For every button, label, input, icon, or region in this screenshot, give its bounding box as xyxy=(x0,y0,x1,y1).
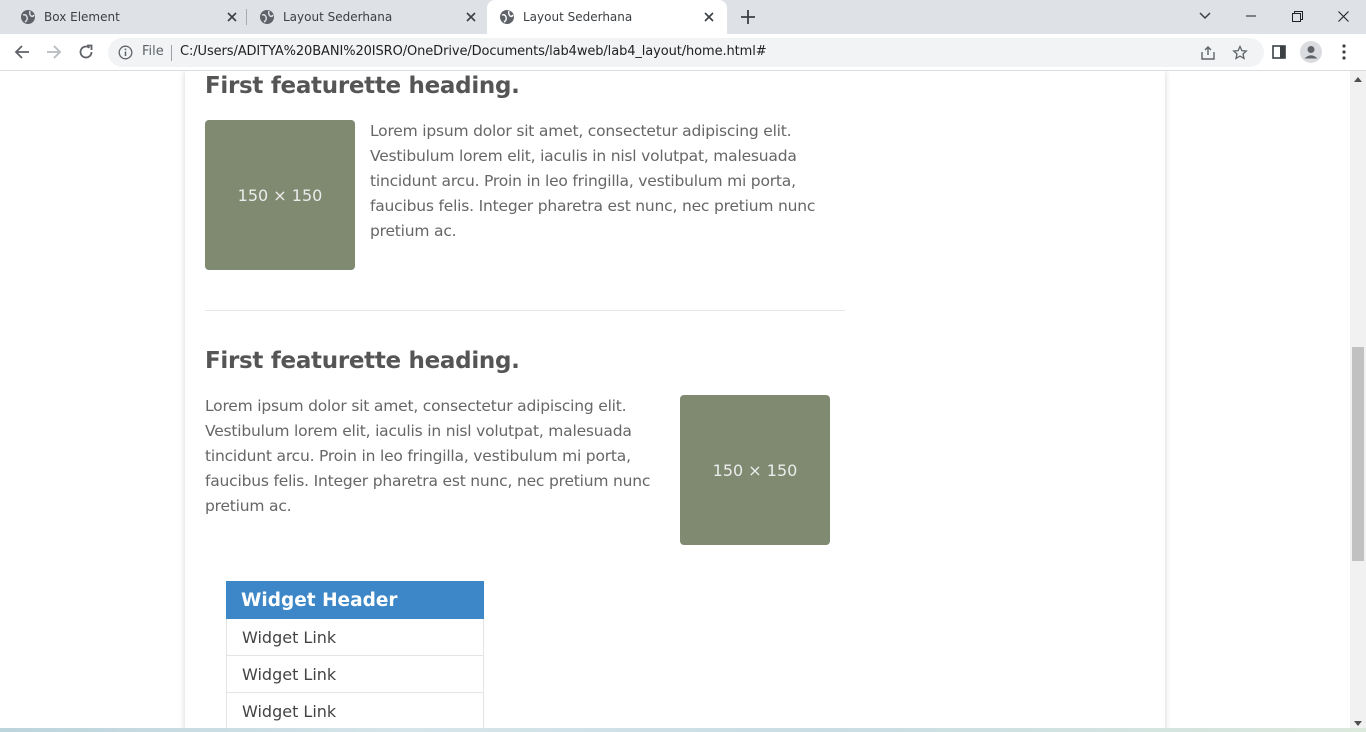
triangle-down-icon xyxy=(1354,721,1362,726)
new-tab-button[interactable] xyxy=(736,5,760,29)
menu-button[interactable] xyxy=(1330,38,1358,66)
tab-layout-sederhana[interactable]: Layout Sederhana xyxy=(239,0,485,34)
close-window-button[interactable] xyxy=(1320,0,1366,32)
restore-icon xyxy=(1291,10,1303,22)
back-button[interactable] xyxy=(8,38,36,66)
reload-icon xyxy=(79,44,93,59)
address-divider xyxy=(171,45,172,61)
featurette-image: 150 × 150 xyxy=(680,395,830,545)
plus-icon xyxy=(741,10,755,24)
tab-title: Layout Sederhana xyxy=(523,10,633,24)
featurette-heading: First featurette heading. xyxy=(205,73,520,99)
browser-toolbar: File C:/Users/ADITYA%20BANI%20ISRO/OneDr… xyxy=(0,34,1366,71)
scheme-label: File xyxy=(142,44,164,59)
widget-link[interactable]: Widget Link xyxy=(226,619,484,656)
tab-strip: Box Element Layout Sederhana Layout Sede… xyxy=(0,0,1366,34)
image-placeholder-label: 150 × 150 xyxy=(712,460,798,480)
more-vertical-icon xyxy=(1342,44,1346,60)
side-panel-icon xyxy=(1272,45,1286,59)
featurette-heading: First featurette heading. xyxy=(205,348,520,374)
page-container: First featurette heading. 150 × 150 Lore… xyxy=(185,71,1165,732)
minimize-icon xyxy=(1246,15,1256,17)
triangle-up-icon xyxy=(1354,77,1362,82)
tab-title: Layout Sederhana xyxy=(283,10,393,24)
globe-icon xyxy=(21,10,35,24)
widget-header: Widget Header xyxy=(226,581,484,619)
arrow-left-icon xyxy=(14,45,29,59)
url-text[interactable]: C:/Users/ADITYA%20BANI%20ISRO/OneDrive/D… xyxy=(180,44,767,59)
tab-layout-sederhana-active[interactable]: Layout Sederhana xyxy=(487,0,727,34)
arrow-right-icon xyxy=(47,45,62,59)
reload-button[interactable] xyxy=(72,38,100,66)
featurette-divider xyxy=(205,310,845,311)
featurette-image: 150 × 150 xyxy=(205,120,355,270)
featurette-text: Lorem ipsum dolor sit amet, consectetur … xyxy=(205,397,651,515)
image-placeholder-label: 150 × 150 xyxy=(237,185,323,205)
address-bar[interactable]: File C:/Users/ADITYA%20BANI%20ISRO/OneDr… xyxy=(108,38,1264,67)
featurette-text: Lorem ipsum dolor sit amet, consectetur … xyxy=(370,122,816,240)
minimize-button[interactable] xyxy=(1228,0,1274,32)
globe-icon xyxy=(500,10,514,24)
profile-button[interactable] xyxy=(1297,38,1325,66)
tab-search-button[interactable] xyxy=(1182,0,1228,32)
page-viewport: First featurette heading. 150 × 150 Lore… xyxy=(0,71,1350,732)
scroll-thumb[interactable] xyxy=(1352,347,1364,561)
forward-button[interactable] xyxy=(40,38,68,66)
restore-button[interactable] xyxy=(1274,0,1320,32)
scroll-up-button[interactable] xyxy=(1350,71,1366,88)
chevron-down-icon xyxy=(1199,12,1211,20)
taskbar-edge xyxy=(0,728,1366,732)
close-icon[interactable] xyxy=(224,9,240,25)
close-icon[interactable] xyxy=(463,9,479,25)
close-icon[interactable] xyxy=(701,9,717,25)
widget-link[interactable]: Widget Link xyxy=(226,656,484,693)
info-icon[interactable] xyxy=(118,45,133,60)
widget-link[interactable]: Widget Link xyxy=(226,693,484,730)
share-icon[interactable] xyxy=(1198,43,1218,63)
sidebar-widget: Widget Header Widget Link Widget Link Wi… xyxy=(226,581,484,730)
avatar-icon xyxy=(1300,41,1322,63)
globe-icon xyxy=(260,10,274,24)
side-panel-button[interactable] xyxy=(1265,38,1293,66)
vertical-scrollbar[interactable] xyxy=(1350,71,1366,732)
tab-title: Box Element xyxy=(44,10,120,24)
tab-box-element[interactable]: Box Element xyxy=(0,0,246,34)
close-icon xyxy=(1337,10,1349,22)
star-icon[interactable] xyxy=(1230,43,1250,63)
